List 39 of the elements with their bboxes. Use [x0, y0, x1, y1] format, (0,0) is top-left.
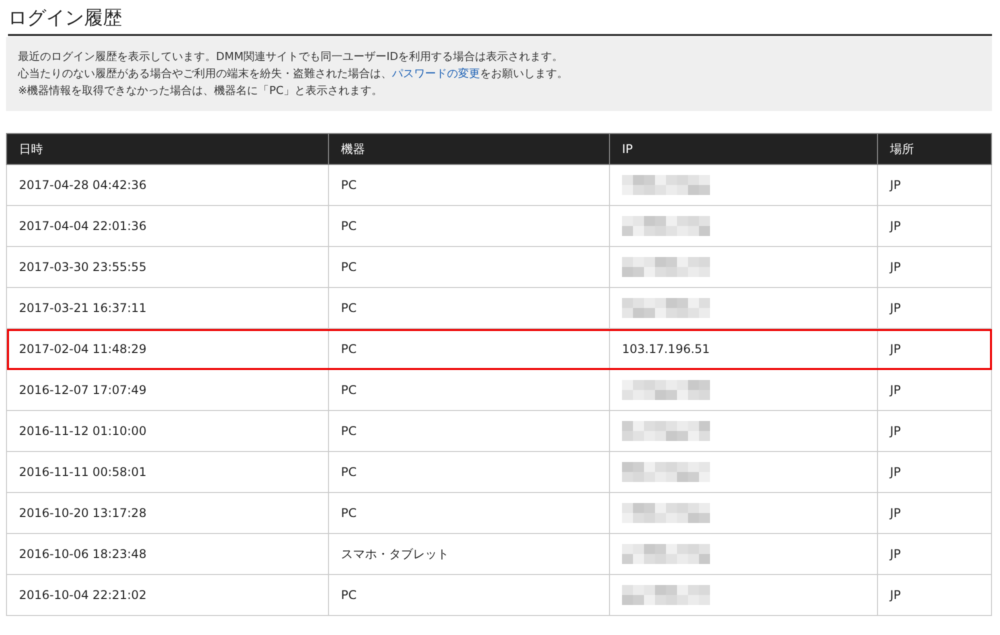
table-cell: PC: [328, 206, 610, 246]
table-cell: 2017-02-04 11:48:29: [6, 328, 328, 370]
table-cell: PC: [328, 164, 610, 206]
column-header: 場所: [878, 134, 992, 164]
notice-text: 心当たりのない履歴がある場合やご利用の端末を紛失・盗難された場合は、パスワードの変更をお願いします。: [18, 66, 569, 82]
table-cell: 2016-10-06 18:23:48: [6, 534, 328, 574]
table-cell: 2016-11-12 01:10:00: [6, 410, 328, 452]
notice-text: ※機器情報を取得できなかった場合は、機器名に「PC」と表示されます。: [18, 83, 384, 99]
column-header: 機器: [328, 134, 610, 164]
table-cell: 2016-11-11 00:58:01: [6, 452, 328, 492]
table-cell: 2017-04-04 22:01:36: [6, 206, 328, 246]
table-cell: JP: [878, 164, 992, 206]
table-cell: 2017-03-30 23:55:55: [6, 246, 328, 288]
table-cell: JP: [878, 492, 992, 534]
table-cell: PC: [328, 288, 610, 328]
table-cell: JP: [878, 452, 992, 492]
table-cell: JP: [878, 206, 992, 246]
table-cell: 2016-12-07 17:07:49: [6, 370, 328, 410]
table-cell: JP: [878, 574, 992, 616]
table-cell: 2016-10-20 13:17:28: [6, 492, 328, 534]
table-cell: 2017-03-21 16:37:11: [6, 288, 328, 328]
notice-text: 最近のログイン履歴を表示しています。DMM関連サイトでも同一ユーザーIDを利用する場合は表示されます。: [18, 49, 564, 65]
table-cell: JP: [878, 288, 992, 328]
table-cell: PC: [328, 452, 610, 492]
column-header: 日時: [6, 134, 328, 164]
table-cell: PC: [328, 574, 610, 616]
table-cell: PC: [328, 246, 610, 288]
table-cell: スマホ・タブレット: [328, 534, 610, 574]
table-cell: JP: [878, 534, 992, 574]
password-change-link[interactable]: パスワードの変更: [392, 67, 480, 80]
table-cell: 2017-04-28 04:42:36: [6, 164, 328, 206]
table-cell: JP: [878, 410, 992, 452]
column-header: IP: [610, 134, 878, 164]
table-cell: JP: [878, 246, 992, 288]
table-cell: JP: [878, 370, 992, 410]
table-cell: 2016-10-04 22:21:02: [6, 574, 328, 616]
table-cell: PC: [328, 370, 610, 410]
table-cell: PC: [328, 410, 610, 452]
table-cell: PC: [328, 492, 610, 534]
